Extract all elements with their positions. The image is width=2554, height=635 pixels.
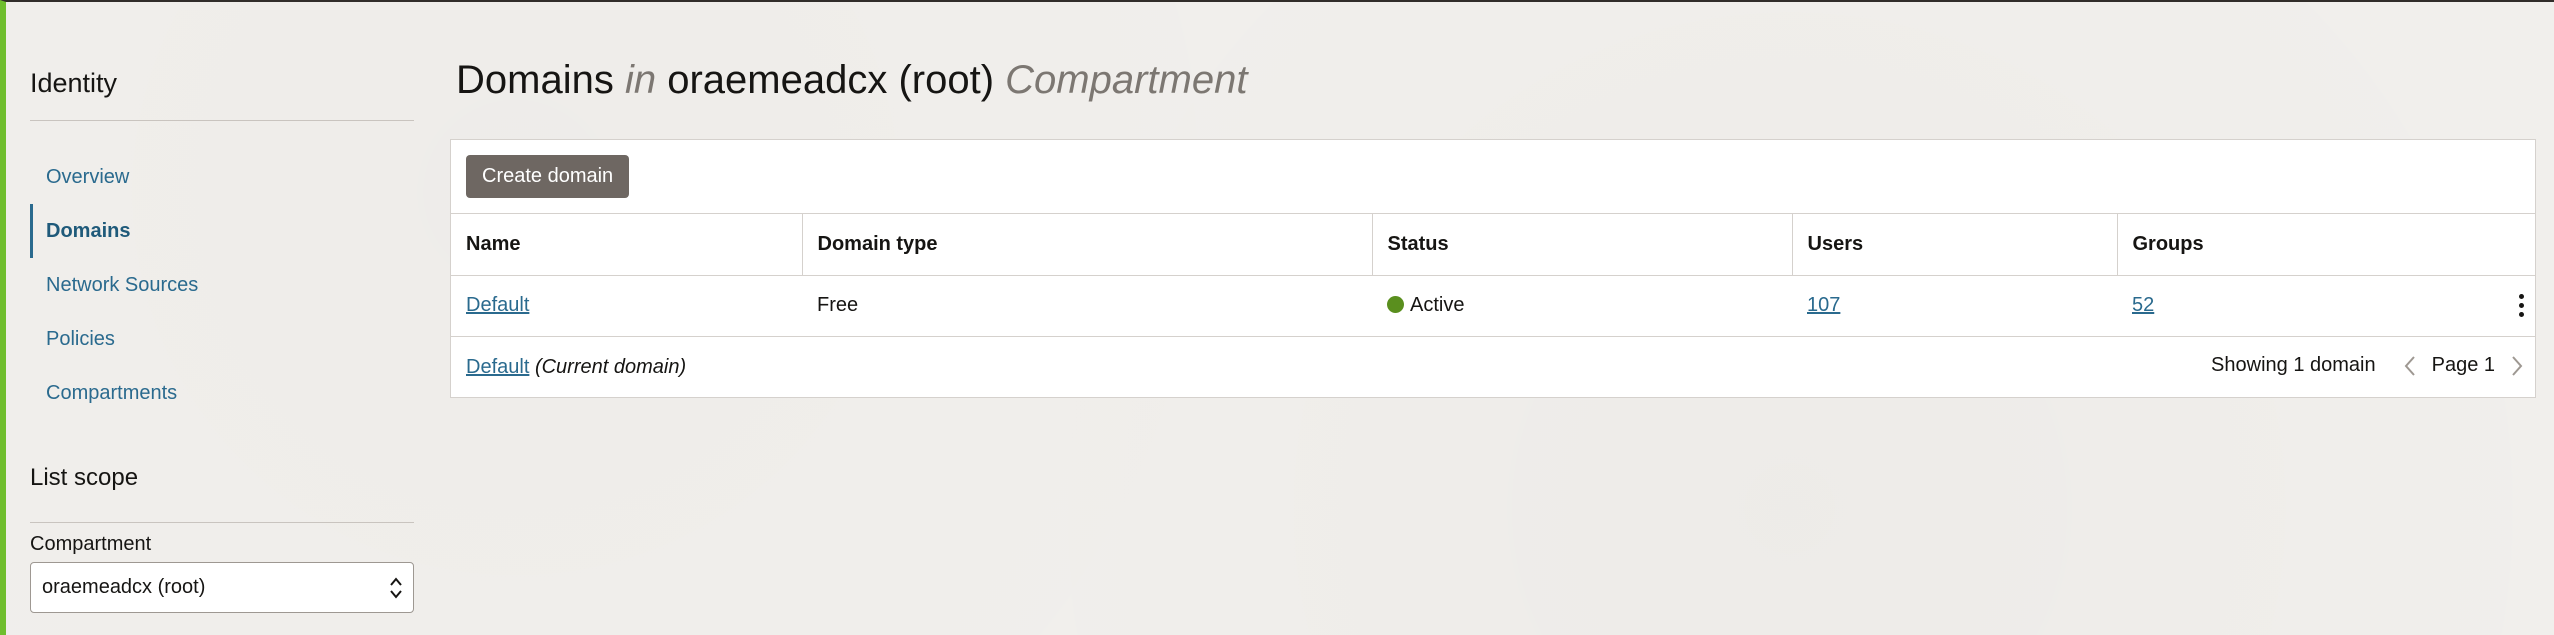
chevron-left-icon[interactable]: [2402, 354, 2418, 378]
groups-count-link[interactable]: 52: [2132, 294, 2154, 316]
showing-count: Showing 1 domain: [2211, 354, 2376, 376]
sidebar-item-domains[interactable]: Domains: [30, 204, 414, 258]
table-footer: Default (Current domain) Showing 1 domai…: [451, 337, 2535, 397]
divider: [30, 522, 414, 523]
domains-table: Name Domain type Status Users Groups Def…: [451, 214, 2535, 337]
toolbar: Create domain: [451, 140, 2535, 214]
column-header-status[interactable]: Status: [1372, 214, 1793, 276]
sidebar-item-compartments[interactable]: Compartments: [30, 366, 414, 420]
column-header-groups[interactable]: Groups: [2117, 214, 2535, 276]
page-title-suffix: Compartment: [1005, 58, 1248, 102]
status-active-icon: [1387, 296, 1404, 313]
compartment-label: Compartment: [30, 533, 152, 555]
domain-name-link[interactable]: Default: [466, 294, 529, 316]
sidebar-nav: Overview Domains Network Sources Policie…: [30, 150, 414, 420]
page-title: Domains in oraemeadcx (root) Compartment: [456, 58, 1247, 103]
sidebar-item-network-sources[interactable]: Network Sources: [30, 258, 414, 312]
page-title-compartment: oraemeadcx (root): [667, 58, 995, 102]
pagination: Showing 1 domain Page 1: [2211, 354, 2525, 378]
cell-groups: 52: [2117, 275, 2535, 337]
column-header-users[interactable]: Users: [1792, 214, 2118, 276]
domains-panel: Create domain Name Domain type Status Us…: [450, 139, 2536, 398]
current-domain-link[interactable]: Default: [466, 356, 529, 378]
status-text: Active: [1410, 294, 1465, 316]
table-row: Default Free Active 107 52: [451, 275, 2535, 337]
page-title-in: in: [624, 58, 657, 102]
cell-users: 107: [1792, 275, 2117, 337]
page-title-main: Domains: [456, 58, 614, 102]
sidebar-title: Identity: [30, 68, 118, 98]
current-domain: Default (Current domain): [466, 356, 686, 379]
sidebar-item-overview[interactable]: Overview: [30, 150, 414, 204]
cell-status: Active: [1372, 275, 1792, 337]
page: Identity Overview Domains Network Source…: [0, 0, 2554, 635]
table-header-row: Name Domain type Status Users Groups: [451, 214, 2535, 276]
compartment-select[interactable]: oraemeadcx (root): [30, 562, 414, 613]
cell-name: Default: [451, 275, 802, 337]
select-arrows-icon: [390, 577, 402, 599]
list-scope-title: List scope: [30, 464, 139, 491]
column-header-name[interactable]: Name: [451, 214, 803, 276]
column-header-domain-type[interactable]: Domain type: [802, 214, 1373, 276]
page-indicator: Page 1: [2431, 354, 2495, 376]
compartment-select-value: oraemeadcx (root): [42, 576, 206, 598]
divider: [30, 120, 414, 121]
create-domain-button[interactable]: Create domain: [466, 155, 630, 198]
sidebar-item-policies[interactable]: Policies: [30, 312, 414, 366]
row-actions-menu-icon[interactable]: [2517, 293, 2525, 318]
users-count-link[interactable]: 107: [1807, 294, 1840, 316]
current-domain-note: (Current domain): [534, 355, 687, 378]
cell-domain-type: Free: [802, 275, 1372, 337]
chevron-right-icon[interactable]: [2509, 354, 2525, 378]
